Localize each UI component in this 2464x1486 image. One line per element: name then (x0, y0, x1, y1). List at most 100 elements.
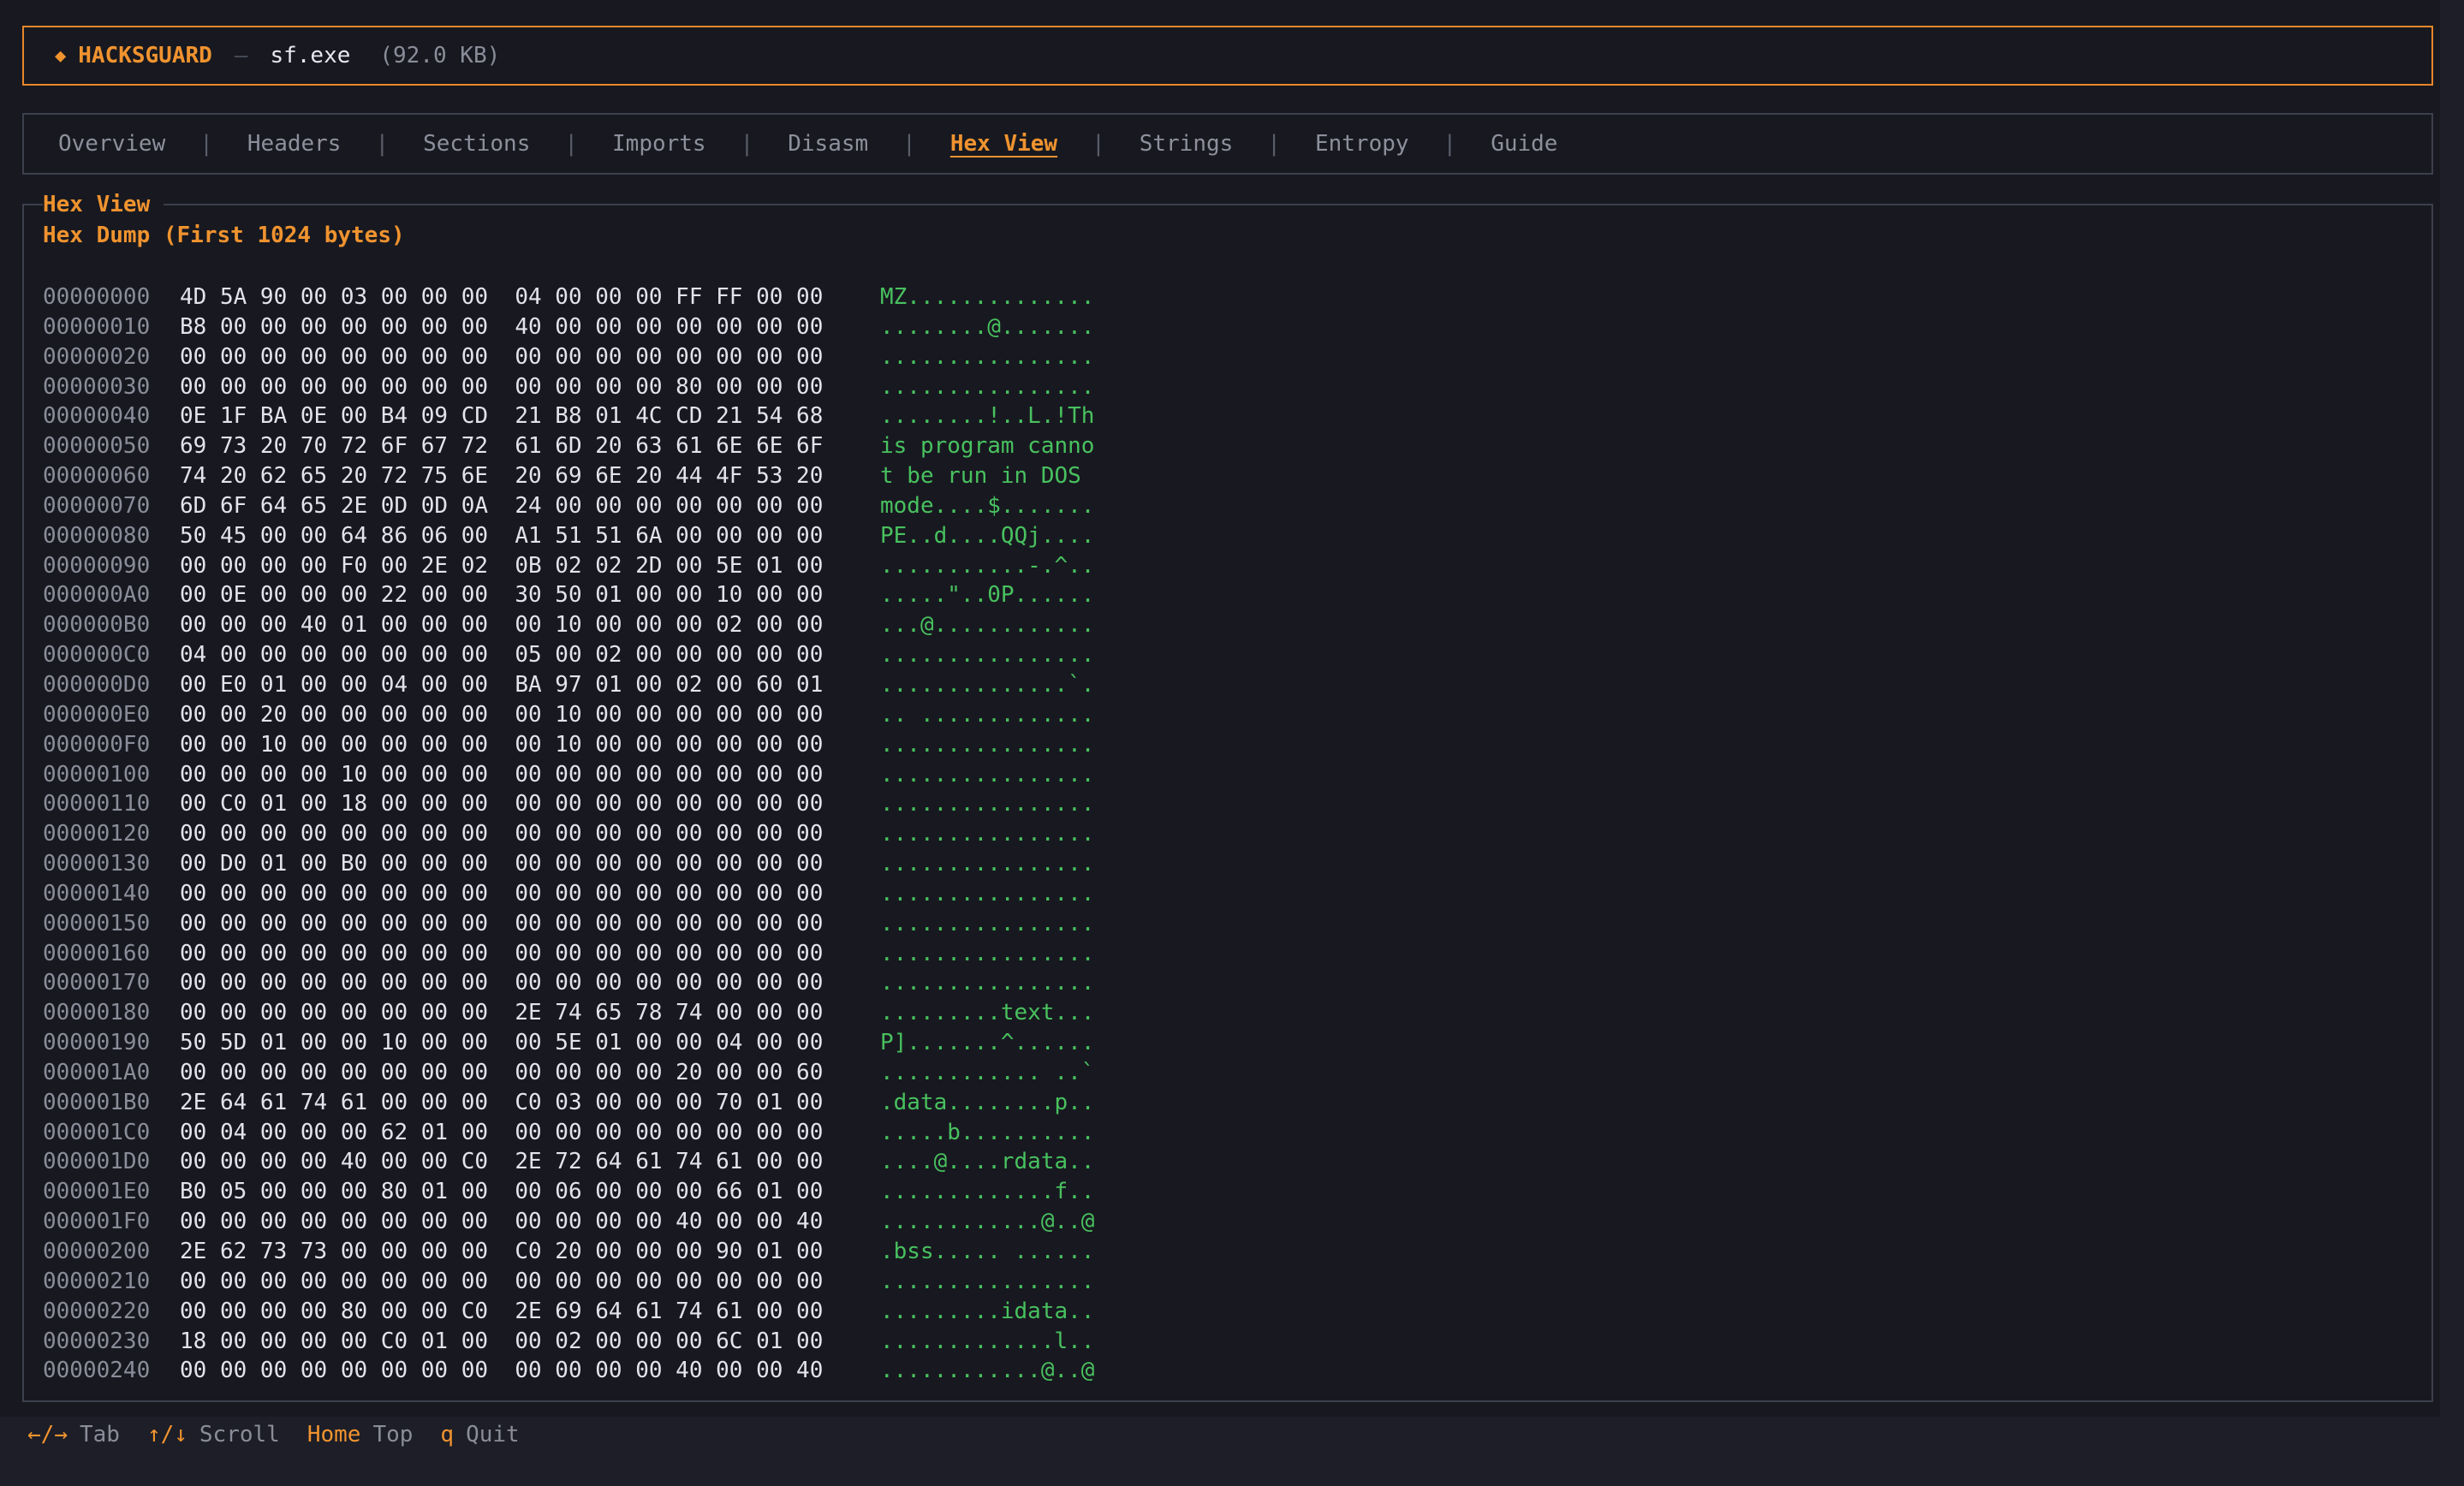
tab-divider: | (1267, 131, 1281, 157)
row-hex-bytes: 2E 64 61 74 61 00 00 00 C0 03 00 00 00 7… (180, 1089, 824, 1115)
row-hex-bytes: 6D 6F 64 65 2E 0D 0D 0A 24 00 00 00 00 0… (180, 492, 824, 519)
row-hex-bytes: 00 D0 01 00 B0 00 00 00 00 00 00 00 00 0… (180, 851, 824, 877)
hex-row: 00000000 4D 5A 90 00 03 00 00 00 04 00 00… (43, 282, 1094, 312)
row-hex-bytes: 69 73 20 70 72 6F 67 72 61 6D 20 63 61 6… (180, 433, 824, 460)
row-hex-bytes: 00 00 00 00 00 00 00 00 00 00 00 00 00 0… (180, 880, 824, 906)
row-hex-bytes: 00 00 00 00 00 00 00 00 00 00 00 00 40 0… (180, 1209, 824, 1235)
hex-row: 00000170 00 00 00 00 00 00 00 00 00 00 00… (43, 968, 1094, 998)
row-hex-bytes: 00 0E 00 00 00 22 00 00 30 50 01 00 00 1… (180, 582, 824, 609)
row-offset: 00000220 (43, 1298, 151, 1324)
hint-key: Home (307, 1422, 361, 1447)
row-ascii: .........text... (880, 1000, 1095, 1026)
row-hex-bytes: B8 00 00 00 00 00 00 00 40 00 00 00 00 0… (180, 313, 824, 340)
hex-row: 000000B0 00 00 00 40 01 00 00 00 00 10 00… (43, 610, 1094, 640)
row-ascii: ...@............ (880, 612, 1095, 639)
row-offset: 00000050 (43, 433, 151, 460)
row-ascii: ..............`. (880, 671, 1095, 698)
tab-sections[interactable]: Sections (423, 131, 530, 157)
row-ascii: t be run in DOS (880, 463, 1095, 490)
row-offset: 00000210 (43, 1268, 151, 1294)
tab-divider: | (902, 131, 916, 157)
tab-divider: | (1092, 131, 1105, 157)
hex-row: 00000200 2E 62 73 73 00 00 00 00 C0 20 00… (43, 1237, 1094, 1267)
row-hex-bytes: 00 00 00 40 01 00 00 00 00 10 00 00 00 0… (180, 612, 824, 639)
hex-row: 00000100 00 00 00 00 10 00 00 00 00 00 00… (43, 760, 1094, 790)
hex-row: 00000040 0E 1F BA 0E 00 B4 09 CD 21 B8 01… (43, 401, 1094, 431)
row-hex-bytes: 00 00 00 00 40 00 00 C0 2E 72 64 61 74 6… (180, 1149, 824, 1175)
row-offset: 000001A0 (43, 1059, 151, 1085)
row-hex-bytes: 00 E0 01 00 00 04 00 00 BA 97 01 00 02 0… (180, 671, 824, 698)
row-offset: 000000C0 (43, 642, 151, 669)
row-hex-bytes: 00 00 10 00 00 00 00 00 00 10 00 00 00 0… (180, 731, 824, 758)
row-hex-bytes: 50 5D 01 00 00 10 00 00 00 5E 01 00 00 0… (180, 1030, 824, 1056)
tab-disasm[interactable]: Disasm (788, 131, 868, 157)
row-hex-bytes: 00 00 00 00 10 00 00 00 00 00 00 00 00 0… (180, 761, 824, 788)
row-ascii: MZ.............. (880, 284, 1095, 310)
row-ascii: ................ (880, 851, 1095, 877)
hex-row: 00000030 00 00 00 00 00 00 00 00 00 00 00… (43, 372, 1094, 402)
hex-row: 00000020 00 00 00 00 00 00 00 00 00 00 00… (43, 342, 1094, 372)
tab-guide[interactable]: Guide (1491, 131, 1557, 157)
row-offset: 00000170 (43, 970, 151, 996)
tab-entropy[interactable]: Entropy (1315, 131, 1409, 157)
hex-row: 00000050 69 73 20 70 72 6F 67 72 61 6D 20… (43, 431, 1094, 461)
row-ascii: ................ (880, 791, 1095, 817)
row-offset: 000001D0 (43, 1149, 151, 1175)
row-ascii: ........@....... (880, 313, 1095, 340)
tab-imports[interactable]: Imports (612, 131, 706, 157)
hex-row: 000001B0 2E 64 61 74 61 00 00 00 C0 03 00… (43, 1088, 1094, 1118)
row-ascii: ........!..L.!Th (880, 403, 1095, 430)
row-ascii: ................ (880, 821, 1095, 847)
hex-row: 00000180 00 00 00 00 00 00 00 00 2E 74 65… (43, 998, 1094, 1028)
row-offset: 00000080 (43, 522, 151, 549)
tab-hexview[interactable]: Hex View (938, 131, 1069, 157)
tab-overview[interactable]: Overview (58, 131, 165, 157)
hex-row: 000000F0 00 00 10 00 00 00 00 00 00 10 00… (43, 730, 1094, 760)
tab-strings[interactable]: Strings (1140, 131, 1234, 157)
hint-key: q (440, 1422, 455, 1447)
row-hex-bytes: 50 45 00 00 64 86 06 00 A1 51 51 6A 00 0… (180, 522, 824, 549)
row-ascii: ................ (880, 1268, 1095, 1294)
hex-row: 000001C0 00 04 00 00 00 62 01 00 00 00 00… (43, 1118, 1094, 1148)
row-ascii: ............@..@ (880, 1358, 1095, 1384)
row-ascii: ................ (880, 373, 1095, 400)
row-offset: 00000000 (43, 284, 151, 310)
row-ascii: PE..d....QQj.... (880, 522, 1095, 549)
hint-description: Scroll (199, 1422, 280, 1447)
hex-row: 00000140 00 00 00 00 00 00 00 00 00 00 00… (43, 879, 1094, 909)
row-hex-bytes: 0E 1F BA 0E 00 B4 09 CD 21 B8 01 4C CD 2… (180, 403, 824, 430)
row-hex-bytes: 00 00 00 00 00 00 00 00 2E 74 65 78 74 0… (180, 1000, 824, 1026)
hex-dump-heading: Hex Dump (First 1024 bytes) (43, 223, 405, 248)
key-hints: ←/→ Tab ↑/↓ Scroll Home Top q Quit (27, 1418, 547, 1452)
panel-title: Hex View (43, 192, 164, 217)
row-offset: 000000A0 (43, 582, 151, 609)
row-ascii: ....@....rdata.. (880, 1149, 1095, 1175)
row-offset: 00000060 (43, 463, 151, 490)
row-hex-bytes: 4D 5A 90 00 03 00 00 00 04 00 00 00 FF F… (180, 284, 824, 310)
row-hex-bytes: 00 00 00 00 00 00 00 00 00 00 00 00 20 0… (180, 1059, 824, 1085)
row-hex-bytes: 00 00 00 00 00 00 00 00 00 00 00 00 00 0… (180, 910, 824, 936)
hex-row: 000001F0 00 00 00 00 00 00 00 00 00 00 00… (43, 1207, 1094, 1237)
hex-dump[interactable]: 00000000 4D 5A 90 00 03 00 00 00 04 00 00… (43, 282, 1094, 1386)
row-offset: 00000160 (43, 940, 151, 966)
hex-row: 000000D0 00 E0 01 00 00 04 00 00 BA 97 01… (43, 670, 1094, 700)
file-name: sf.exe (270, 43, 351, 68)
row-hex-bytes: 00 00 00 00 00 00 00 00 00 00 00 00 80 0… (180, 373, 824, 400)
row-offset: 00000120 (43, 821, 151, 847)
row-offset: 00000090 (43, 552, 151, 579)
row-offset: 000000F0 (43, 731, 151, 758)
hint-key: ←/→ (27, 1422, 68, 1447)
row-ascii: ................ (880, 731, 1095, 758)
hex-row: 000001A0 00 00 00 00 00 00 00 00 00 00 00… (43, 1058, 1094, 1088)
hint-description: Quit (466, 1422, 520, 1447)
row-hex-bytes: 00 00 00 00 00 00 00 00 00 00 00 00 00 0… (180, 940, 824, 966)
key-hint: ↑/↓ Scroll (147, 1422, 280, 1447)
row-ascii: .....b.......... (880, 1119, 1095, 1145)
tab-divider: | (564, 131, 579, 157)
hex-row: 00000230 18 00 00 00 00 C0 01 00 00 02 00… (43, 1327, 1094, 1357)
tab-headers[interactable]: Headers (247, 131, 342, 157)
row-hex-bytes: 18 00 00 00 00 C0 01 00 00 02 00 00 00 6… (180, 1328, 824, 1354)
row-ascii: .data........p.. (880, 1089, 1095, 1115)
row-offset: 00000100 (43, 761, 151, 788)
row-ascii: .........idata.. (880, 1298, 1095, 1324)
